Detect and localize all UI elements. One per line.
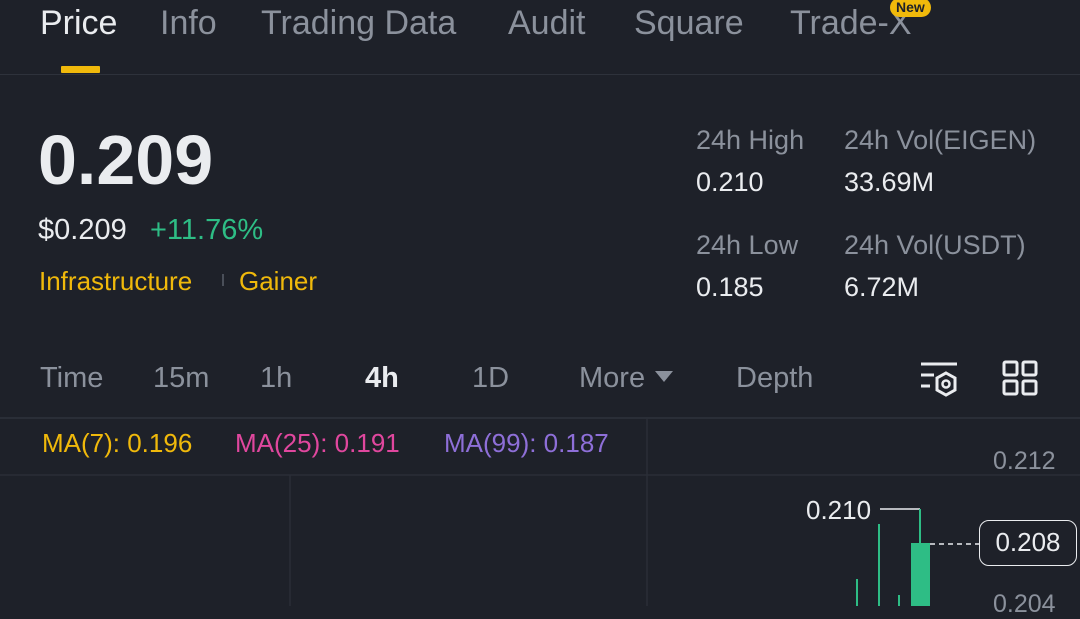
tag-infrastructure[interactable]: Infrastructure: [39, 266, 192, 297]
tag-separator: [222, 274, 224, 286]
stat-vol-base-value: 33.69M: [844, 167, 935, 197]
grid-layout-icon[interactable]: [1002, 360, 1038, 396]
indicator-settings-icon[interactable]: [918, 360, 960, 398]
stat-vol-quote-label: 24h Vol(USDT): [844, 230, 1026, 260]
interval-1h[interactable]: 1h: [260, 362, 292, 395]
tag-gainer[interactable]: Gainer: [239, 266, 317, 297]
tab-square[interactable]: Square: [634, 4, 744, 43]
last-price: 0.209: [38, 121, 214, 199]
stat-vol-base-label: 24h Vol(EIGEN): [844, 125, 1037, 155]
interval-time[interactable]: Time: [40, 362, 103, 395]
tab-bar: Price Info Trading Data Audit Square Tra…: [0, 0, 1080, 75]
last-price-tag: 0.208: [979, 520, 1077, 566]
candle-body: [911, 543, 930, 606]
caret-down-icon: [655, 370, 674, 382]
tab-price[interactable]: Price: [40, 4, 117, 43]
stat-low-value: 0.185: [696, 272, 764, 302]
interval-more-label: More: [579, 362, 646, 394]
tab-trading-data[interactable]: Trading Data: [261, 4, 456, 43]
stat-high-label: 24h High: [696, 125, 805, 155]
tab-audit[interactable]: Audit: [508, 4, 586, 43]
candlestick-area: [856, 508, 979, 606]
price-change-percent: +11.76%: [150, 214, 264, 246]
tab-info[interactable]: Info: [160, 4, 217, 43]
interval-15m[interactable]: 15m: [153, 362, 209, 395]
new-badge: New: [890, 0, 931, 17]
interval-more-button[interactable]: More: [579, 362, 674, 395]
interval-1d[interactable]: 1D: [472, 362, 509, 395]
active-tab-indicator: [61, 66, 100, 73]
interval-4h[interactable]: 4h: [365, 362, 399, 395]
stat-vol-quote-value: 6.72M: [844, 272, 920, 302]
tab-depth[interactable]: Depth: [736, 362, 813, 395]
stat-low-label: 24h Low: [696, 230, 799, 260]
stat-high-value: 0.210: [696, 167, 764, 197]
high-marker-label: 0.210: [806, 495, 872, 525]
usd-price: $0.209: [38, 214, 127, 246]
